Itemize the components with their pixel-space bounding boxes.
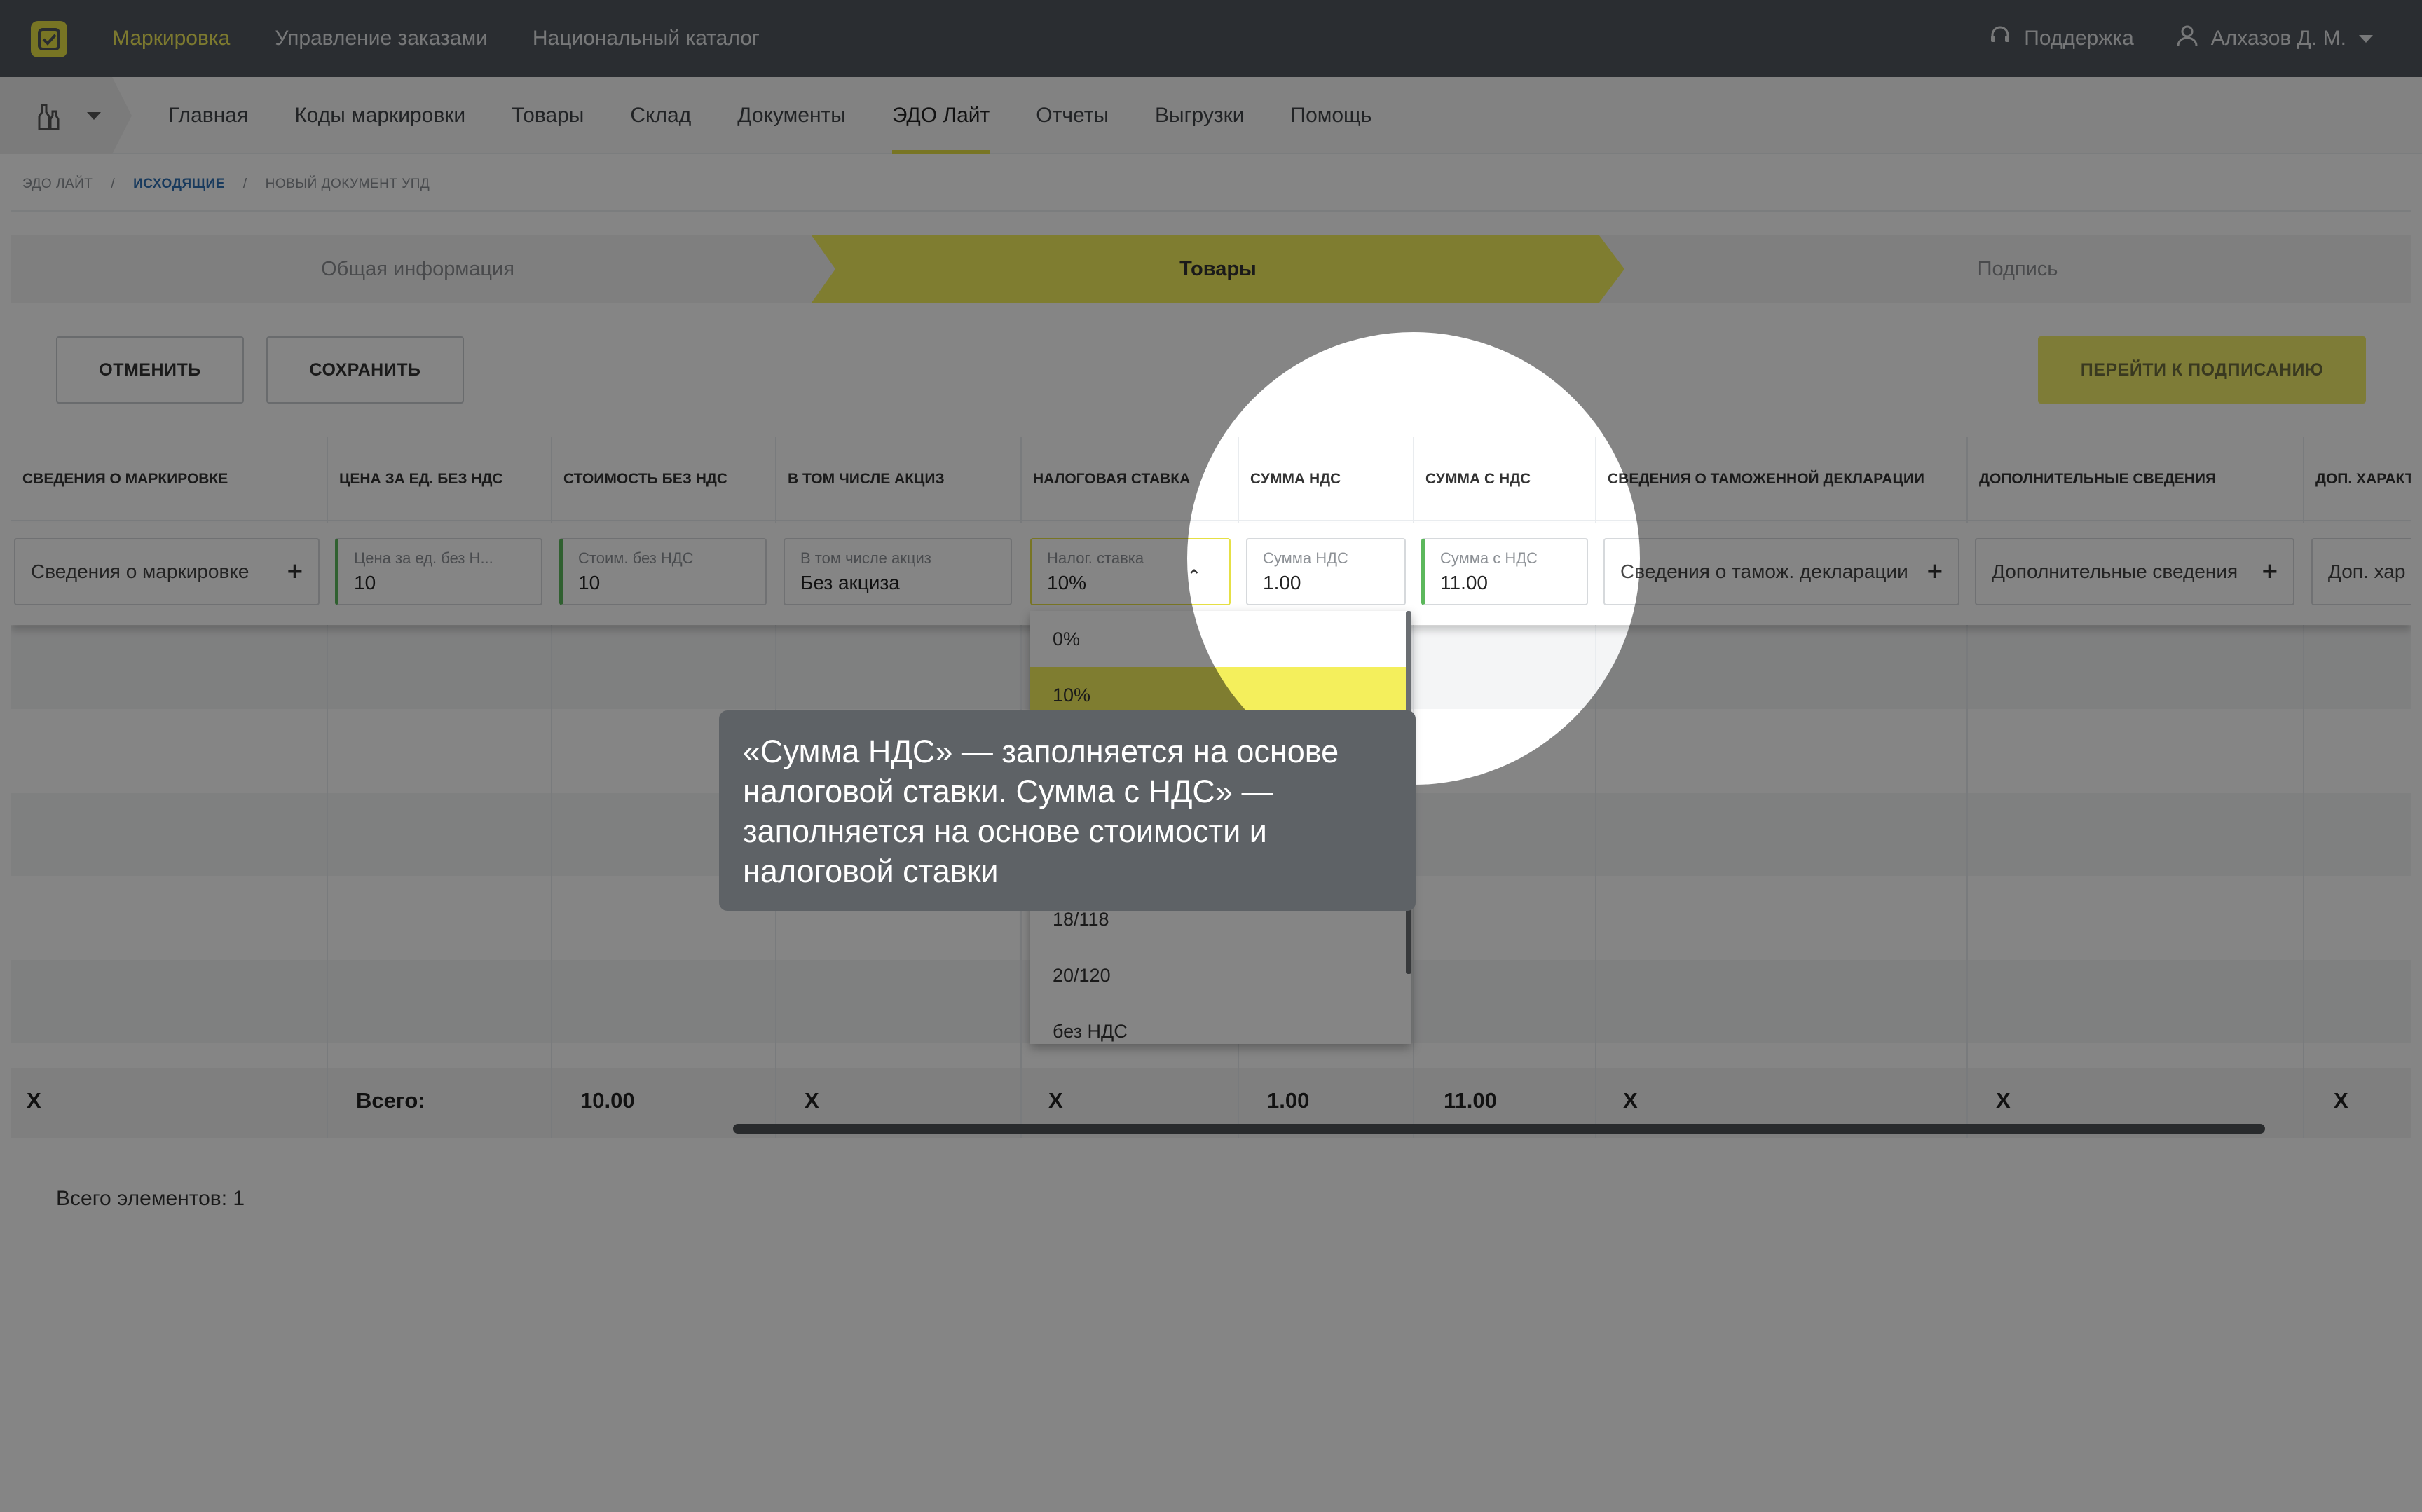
breadcrumb-outgoing[interactable]: исходящие (133, 177, 225, 192)
extra-info-field[interactable]: Дополнительные сведения + (1975, 538, 2294, 605)
table-horizontal-scrollbar[interactable] (733, 1124, 2265, 1134)
product-nav: Маркировка Управление заказами Националь… (112, 0, 760, 77)
column-header-excise[interactable]: В ТОМ ЧИСЛЕ АКЦИЗ (776, 437, 945, 521)
section-tabs: Главная Коды маркировки Товары Склад Док… (168, 77, 1371, 154)
wizard-stepper: Общая информация Товары Подпись (11, 235, 2411, 303)
step-goods[interactable]: Товары (812, 235, 1624, 303)
price-field-label: Цена за ед. без Н... (354, 549, 493, 567)
top-nav-orders[interactable]: Управление заказами (275, 27, 488, 50)
price-field[interactable]: Цена за ед. без Н... 10 (335, 538, 542, 605)
nav-goods[interactable]: Товары (512, 77, 584, 154)
items-count: Всего элементов: 1 (56, 1187, 245, 1210)
column-header-customs[interactable]: СВЕДЕНИЯ О ТАМОЖЕННОЙ ДЕКЛАРАЦИИ (1596, 437, 1924, 521)
nav-codes[interactable]: Коды маркировки (294, 77, 465, 154)
sum-with-vat-field[interactable]: Сумма с НДС 11.00 (1421, 538, 1588, 605)
top-bar: Маркировка Управление заказами Националь… (0, 0, 2422, 77)
marking-info-label: Сведения о маркировке (31, 561, 249, 582)
tax-rate-option[interactable]: без НДС (1030, 1003, 1411, 1044)
plus-icon[interactable]: + (287, 557, 303, 587)
tax-rate-option[interactable]: 20/120 (1030, 947, 1411, 1003)
vat-sum-label: Сумма НДС (1263, 549, 1348, 567)
excise-field[interactable]: В том числе акциз Без акциза (784, 538, 1012, 605)
column-header-price[interactable]: ЦЕНА ЗА ЕД. БЕЗ НДС (328, 437, 503, 521)
step-signature[interactable]: Подпись (1624, 235, 2411, 303)
nav-documents[interactable]: Документы (737, 77, 846, 154)
cost-field-label: Стоим. без НДС (578, 549, 694, 567)
nav-reports[interactable]: Отчеты (1036, 77, 1109, 154)
excise-field-label: В том числе акциз (800, 549, 931, 567)
go-to-signing-button[interactable]: ПЕРЕЙТИ К ПОДПИСАНИЮ (2038, 336, 2366, 404)
column-header-extra-characteristics[interactable]: ДОП. ХАРАКТ (2304, 437, 2411, 521)
headset-icon (1989, 25, 2011, 53)
top-right-controls: Поддержка Алхазов Д. М. (1989, 0, 2373, 77)
cost-field[interactable]: Стоим. без НДС 10 (559, 538, 767, 605)
tax-rate-select[interactable]: Налог. ставка 10% ⌃ (1030, 538, 1231, 605)
plus-icon[interactable]: + (1927, 557, 1943, 587)
tax-rate-label: Налог. ставка (1047, 549, 1144, 567)
chevron-down-icon (2359, 34, 2373, 43)
main-navigation: Главная Коды маркировки Товары Склад Док… (0, 77, 2422, 154)
step-general-info[interactable]: Общая информация (11, 235, 824, 303)
price-field-value: 10 (354, 572, 376, 593)
vat-sum-value: 1.00 (1263, 572, 1301, 593)
table-header: СВЕДЕНИЯ О МАРКИРОВКЕ ЦЕНА ЗА ЕД. БЕЗ НД… (11, 437, 2411, 521)
nav-exports[interactable]: Выгрузки (1155, 77, 1245, 154)
breadcrumb-current: новый документ упд (265, 177, 430, 191)
top-nav-marking[interactable]: Маркировка (112, 27, 230, 50)
nav-home[interactable]: Главная (168, 77, 248, 154)
customs-label: Сведения о тамож. декларации (1620, 561, 1908, 582)
bottles-icon (35, 102, 63, 134)
user-name: Алхазов Д. М. (2210, 27, 2346, 50)
vat-sum-field[interactable]: Сумма НДС 1.00 (1246, 538, 1406, 605)
column-header-tax-rate[interactable]: НАЛОГОВАЯ СТАВКА (1022, 437, 1190, 521)
nav-warehouse[interactable]: Склад (630, 77, 691, 154)
app-logo-icon[interactable] (31, 21, 67, 57)
tax-rate-option[interactable]: 0% (1030, 611, 1411, 667)
sum-with-vat-label: Сумма с НДС (1440, 549, 1538, 567)
breadcrumb-separator: / (242, 177, 247, 191)
chevron-up-icon[interactable]: ⌃ (1187, 566, 1201, 586)
divider (11, 210, 2411, 212)
plus-icon[interactable]: + (2262, 557, 2278, 587)
tutorial-tooltip: «Сумма НДС» — заполняется на основе нало… (719, 710, 1416, 911)
user-icon (2176, 25, 2198, 53)
column-header-cost[interactable]: СТОИМОСТЬ БЕЗ НДС (552, 437, 727, 521)
total-cell: X (27, 1088, 41, 1113)
extra-info-label: Дополнительные сведения (1992, 561, 2238, 582)
nav-help[interactable]: Помощь (1291, 77, 1372, 154)
cancel-button[interactable]: ОТМЕНИТЬ (56, 336, 244, 404)
extra-characteristics-label: Доп. хар (2328, 561, 2406, 582)
support-label: Поддержка (2024, 27, 2134, 50)
total-cost: 10.00 (580, 1088, 635, 1113)
marking-info-field[interactable]: Сведения о маркировке + (14, 538, 320, 605)
breadcrumb: эдо лайт / исходящие / новый документ уп… (22, 177, 430, 192)
save-button[interactable]: СОХРАНИТЬ (266, 336, 464, 404)
sum-with-vat-value: 11.00 (1440, 572, 1488, 593)
column-header-sum-with-vat[interactable]: СУММА С НДС (1414, 437, 1531, 521)
column-header-extra-info[interactable]: ДОПОЛНИТЕЛЬНЫЕ СВЕДЕНИЯ (1968, 437, 2216, 521)
extra-characteristics-field[interactable]: Доп. хар (2311, 538, 2411, 605)
column-header-marking[interactable]: СВЕДЕНИЯ О МАРКИРОВКЕ (11, 437, 228, 521)
column-header-vat-sum[interactable]: СУММА НДС (1239, 437, 1341, 521)
customs-field[interactable]: Сведения о тамож. декларации + (1603, 538, 1959, 605)
cost-field-value: 10 (578, 572, 601, 593)
excise-field-value: Без акциза (800, 572, 900, 593)
tax-rate-value: 10% (1047, 572, 1087, 593)
user-menu[interactable]: Алхазов Д. М. (2176, 25, 2373, 53)
breadcrumb-separator: / (111, 177, 116, 191)
total-label: Всего: (356, 1088, 425, 1113)
top-nav-catalog[interactable]: Национальный каталог (533, 27, 760, 50)
nav-edo-lite[interactable]: ЭДО Лайт (891, 77, 990, 154)
product-group-switcher[interactable] (0, 77, 132, 154)
breadcrumb-edo-lite[interactable]: эдо лайт (22, 177, 93, 192)
total-cell: X (2334, 1088, 2348, 1113)
support-link[interactable]: Поддержка (1989, 25, 2134, 53)
chevron-down-icon (87, 112, 101, 120)
